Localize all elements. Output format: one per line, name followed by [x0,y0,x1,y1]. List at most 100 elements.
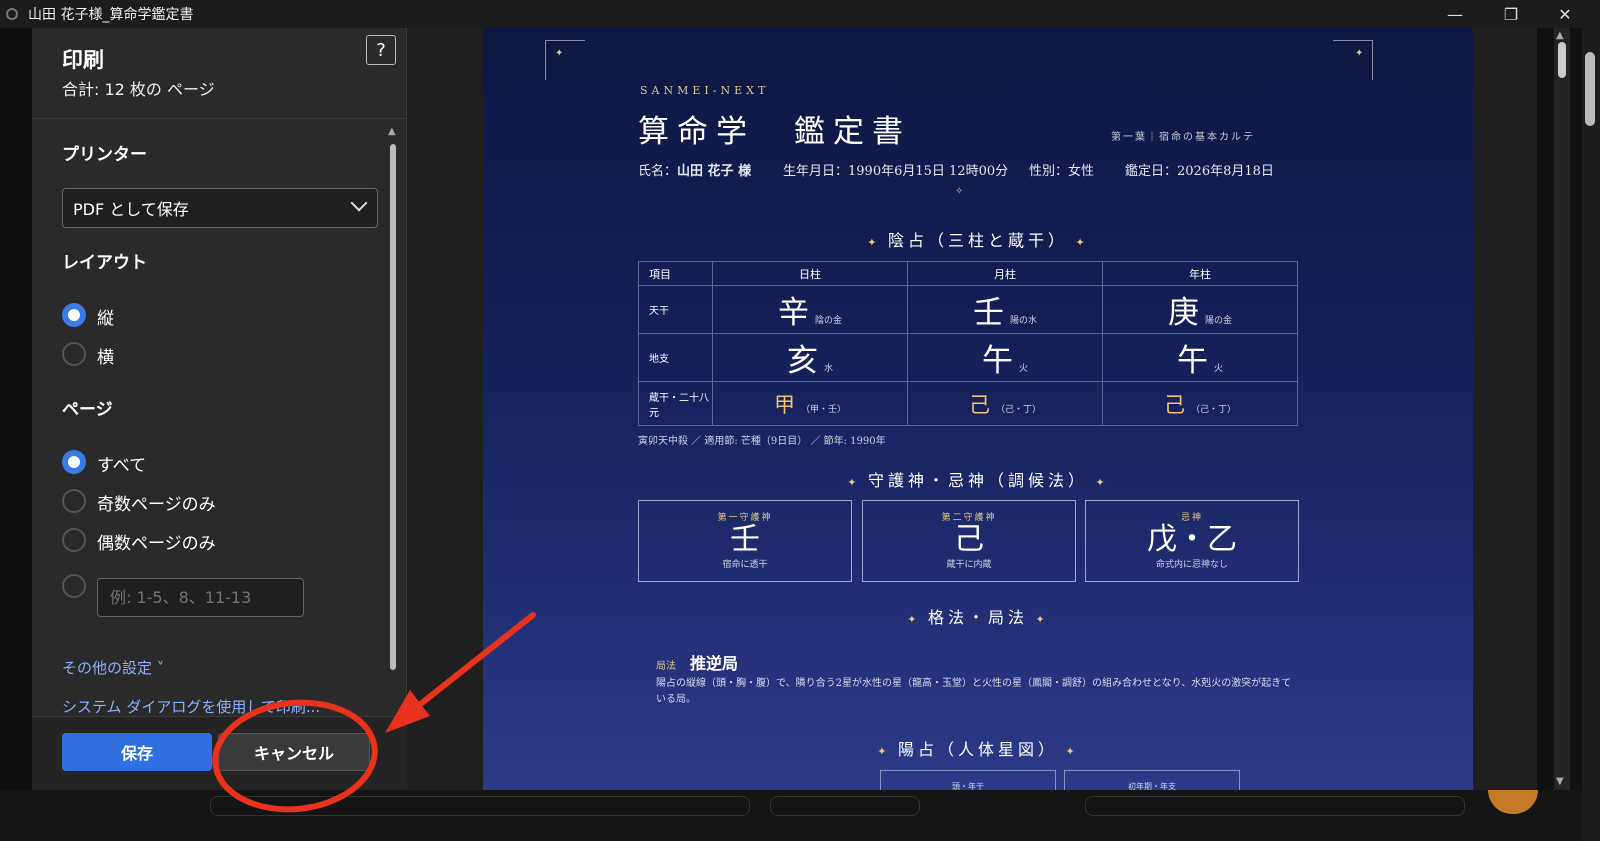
layout-portrait-label[interactable]: 縦 [97,304,114,329]
glyph: 午 [981,343,1013,379]
panel-scrollbar[interactable]: ▲ [388,126,397,670]
sparkle-icon: ✦ [867,236,888,249]
pages-label: ページ [62,400,113,420]
scroll-up-icon[interactable]: ▲ [1556,30,1564,41]
row-label: 地支 [638,333,713,382]
divider-ornament: ✧ [955,186,964,197]
table-header: 年柱 [1102,261,1298,286]
kyoku-label: 局法 [656,661,676,672]
sparkle-icon: ✦ [877,745,898,758]
kyoku-description: 陽占の縦線（頭・胸・腹）で、隣り合う2星が水性の星（龍高・玉堂）と火性の星（鳳閣… [656,678,1292,705]
date-field: 鑑定日：2026年8月18日 [1125,164,1274,179]
divider [32,118,407,119]
outer-scrollbar-thumb[interactable] [1585,52,1595,126]
doc-title: 算命学 鑑定書 [638,114,911,150]
glyph-note: （甲・壬） [800,404,846,415]
doc-brand: SANMEI-NEXT [640,84,770,97]
chevron-down-icon [350,194,368,212]
sparkle-icon: ✦ [907,613,928,626]
pages-custom-radio[interactable] [62,574,86,598]
guardian-glyph: 己 [954,522,984,557]
table-cell: 壬陽の水 [907,285,1103,334]
preview-scrollbar-thumb[interactable] [1558,42,1566,78]
guardian-note: 宿命に透干 [722,560,768,570]
system-dialog-link[interactable]: システム ダイアログを使用して印刷... [62,696,320,717]
help-button[interactable]: ? [366,35,396,65]
cancel-button[interactable]: キャンセル [218,733,370,771]
guardian-box: 忌神 戊・乙 命式内に忌神なし [1085,500,1299,582]
printer-select[interactable]: PDF として保存 [62,188,378,228]
printer-select-value: PDF として保存 [73,200,189,219]
background-left [0,28,32,841]
pages-odd-radio[interactable] [62,489,86,513]
preview-scrollbar[interactable] [1554,28,1570,790]
layout-portrait-radio[interactable] [62,303,86,327]
birth-field: 生年月日：1990年6月15日 12時00分 [783,164,1009,179]
pages-all-radio[interactable] [62,450,86,474]
sparkle-icon: ✦ [1088,476,1109,489]
guardian-note: 蔵干に内蔵 [946,560,992,570]
glyph: 己 [1163,392,1185,417]
table-cell: 甲 （甲・壬） [712,381,908,426]
glyph-note: 陽の金 [1204,316,1232,326]
scroll-up-icon[interactable]: ▲ [388,126,396,137]
glyph-note: 陽の水 [1009,316,1037,326]
name-value: 山田 花子 様 [677,164,752,179]
table-cell: 辛陰の金 [712,285,908,334]
table-header-row: 項目 日柱 月柱 年柱 [638,261,1298,286]
document-preview-page: ✦ ✦ SANMEI-NEXT 算命学 鑑定書 第一葉｜宿命の基本カルテ 氏名：… [483,28,1473,790]
restore-button[interactable]: ❐ [1488,0,1534,28]
app-icon [6,8,18,20]
print-settings-panel: 印刷 合計: 12 枚の ページ ? プリンター PDF として保存 レイアウト… [32,28,407,790]
layout-landscape-radio[interactable] [62,342,86,366]
table-header: 月柱 [907,261,1103,286]
table-cell: 庚陽の金 [1102,285,1298,334]
table-row: 地支 亥水 午火 午火 [638,333,1298,382]
glyph: 壬 [972,295,1004,331]
layout-landscape-label[interactable]: 横 [97,343,114,368]
window-title: 山田 花子様_算命学鑑定書 [28,7,194,23]
section-title-kakuho: 格法・局法 [927,608,1028,627]
table-cell: 己 （己・丁） [907,381,1103,426]
glyph: 亥 [786,343,818,379]
section-heading: ✦ 陰占（三柱と蔵干） ✦ [483,227,1473,251]
doc-subtitle: 第一葉｜宿命の基本カルテ [1111,132,1255,143]
pages-odd-label[interactable]: 奇数ページのみ [97,490,216,515]
glyph-note: 火 [1018,364,1028,374]
glyph: 甲 [773,392,795,417]
outer-scrollbar[interactable] [1582,28,1600,841]
table-cell: 亥水 [712,333,908,382]
guardian-box: 第二守護神 己 蔵干に内蔵 [862,500,1076,582]
guardian-note: 命式内に忌神なし [1155,560,1228,570]
window-titlebar: 山田 花子様_算命学鑑定書 — ❐ ✕ [0,0,1600,28]
section-heading: ✦ 守護神・忌神（調候法） ✦ [483,467,1473,491]
row-label: 天干 [638,285,713,334]
table-cell: 午火 [907,333,1103,382]
name-label: 氏名： [638,164,678,179]
layout-label: レイアウト [62,253,147,273]
table-row: 蔵干・二十八元 甲 （甲・壬） 己 （己・丁） 己 （己・丁） [638,381,1298,426]
table-header: 日柱 [712,261,908,286]
jintai-box: 初年期・年支 [1064,770,1240,790]
row-label: 蔵干・二十八元 [638,381,713,426]
pages-even-radio[interactable] [62,528,86,552]
minimize-button[interactable]: — [1432,0,1478,28]
glyph-note: （己・丁） [995,404,1041,415]
panel-scrollbar-thumb[interactable] [390,144,396,670]
sparkle-icon: ✦ [847,476,868,489]
save-button[interactable]: 保存 [62,733,212,771]
scroll-down-icon[interactable]: ▼ [1556,776,1564,787]
corner-ornament [545,40,585,80]
background-pill [210,796,750,816]
tenchusatsu-note: 寅卯天中殺 ／ 適用節: 芒種（9日目） ／ 節年: 1990年 [638,436,886,447]
corner-ornament [1333,40,1373,80]
pages-all-label[interactable]: すべて [97,451,146,476]
sparkle-icon: ✦ [555,48,564,59]
close-button[interactable]: ✕ [1542,0,1588,28]
panel-footer: 保存 キャンセル [32,716,407,790]
page-range-input[interactable] [97,578,304,617]
section-heading: ✦ 格法・局法 ✦ [483,604,1473,628]
pages-even-label[interactable]: 偶数ページのみ [97,529,216,554]
more-settings-link[interactable]: その他の設定 ˅ [62,657,164,678]
table-row: 天干 辛陰の金 壬陽の水 庚陽の金 [638,285,1298,334]
